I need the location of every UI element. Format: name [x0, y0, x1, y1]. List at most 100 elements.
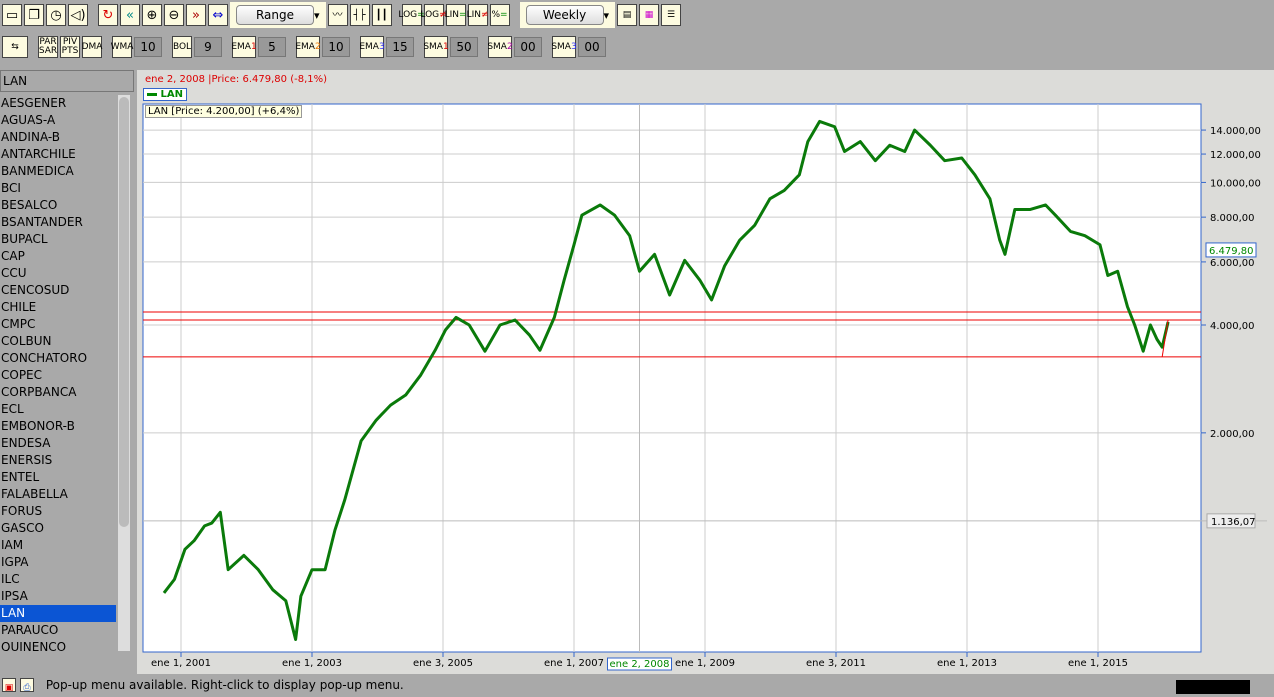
symbol-item[interactable]: CONCHATORO: [0, 350, 116, 367]
scale-top: LOG: [420, 9, 440, 20]
ema1-button[interactable]: EMA 1: [231, 36, 257, 58]
y-tick-label: 14.000,00: [1210, 126, 1261, 137]
scale-button-1[interactable]: LOG ≠: [420, 4, 447, 26]
symbol-item[interactable]: LAN: [0, 605, 116, 622]
chart-settings-icon[interactable]: ▤: [617, 4, 638, 26]
symbol-item[interactable]: FALABELLA: [0, 486, 116, 503]
ema3-period[interactable]: 15: [386, 37, 414, 57]
symbol-item[interactable]: QUINENCO: [0, 639, 116, 651]
fit-icon[interactable]: ⇔: [208, 4, 228, 26]
symbol-item[interactable]: CCU: [0, 265, 116, 282]
chart-panel: ene 2, 2008 |Price: 6.479,80 (-8,1%) LAN…: [137, 70, 1274, 674]
wma-button[interactable]: WMA: [111, 36, 133, 58]
symbol-item[interactable]: ENTEL: [0, 469, 116, 486]
sma3-period[interactable]: 00: [578, 37, 606, 57]
x-tick-label: ene 1, 2007: [544, 658, 604, 669]
crosshair-x-label: ene 2, 2008: [610, 659, 670, 670]
symbol-item[interactable]: ANTARCHILE: [0, 146, 116, 163]
new-window-icon[interactable]: ▭: [2, 4, 22, 26]
wma-period[interactable]: 10: [134, 37, 162, 57]
x-tick-label: ene 1, 2009: [675, 658, 735, 669]
symbol-item[interactable]: IAM: [0, 537, 116, 554]
ema3-button[interactable]: EMA 3: [359, 36, 385, 58]
zoom-out-icon[interactable]: ⊖: [164, 4, 184, 26]
symbol-item[interactable]: AGUAS-A: [0, 112, 116, 129]
symbol-item[interactable]: CENCOSUD: [0, 282, 116, 299]
symbol-item[interactable]: EMBONOR-B: [0, 418, 116, 435]
symbol-item[interactable]: ILC: [0, 571, 116, 588]
range-select[interactable]: Range ▾: [230, 2, 326, 28]
symbol-item[interactable]: CORPBANCA: [0, 384, 116, 401]
status-message: Pop-up menu available. Right-click to di…: [45, 678, 404, 692]
period-select[interactable]: Weekly ▾: [519, 2, 616, 28]
scale-button-3[interactable]: LIN ≠: [467, 4, 489, 26]
symbol-item[interactable]: BCI: [0, 180, 116, 197]
bol-button[interactable]: BOL: [172, 36, 192, 58]
sma3-button[interactable]: SMA 3: [551, 36, 577, 58]
symbol-item[interactable]: IPSA: [0, 588, 116, 605]
ema2-button[interactable]: EMA 2: [295, 36, 321, 58]
symbol-item[interactable]: FORUS: [0, 503, 116, 520]
symbol-item[interactable]: CHILE: [0, 299, 116, 316]
y-tick-label: 6.000,00: [1210, 258, 1255, 269]
zoom-in-icon[interactable]: ⊕: [142, 4, 162, 26]
symbol-list: AESGENER AGUAS-A ANDINA-B ANTARCHILE BANMEDI…: [0, 95, 116, 651]
scale-button-0[interactable]: LOG =: [398, 4, 425, 26]
symbol-item[interactable]: CMPC: [0, 316, 116, 333]
sma1-label: SMA: [423, 41, 443, 52]
symbol-item[interactable]: COLBUN: [0, 333, 116, 350]
ema2-period[interactable]: 10: [322, 37, 350, 57]
candlestick-icon[interactable]: ┃┃: [371, 4, 392, 26]
symbol-item[interactable]: BESALCO: [0, 197, 116, 214]
sma2-period[interactable]: 00: [514, 37, 542, 57]
scale-button-4[interactable]: % =: [489, 4, 510, 26]
colors-icon[interactable]: ▦: [639, 4, 660, 26]
symbol-item[interactable]: CAP: [0, 248, 116, 265]
sma3-index: 3: [570, 41, 577, 52]
last-price-info: LAN [Price: 4.200,00] (+6,4%): [145, 105, 303, 118]
par-sar-button[interactable]: PAR SAR: [38, 36, 58, 58]
scale-top: %: [491, 9, 501, 20]
print-icon[interactable]: ⎙: [20, 678, 34, 693]
symbol-item[interactable]: ENERSIS: [0, 452, 116, 469]
symbol-item[interactable]: ECL: [0, 401, 116, 418]
x-tick-label: ene 3, 2005: [413, 658, 473, 669]
symbol-item[interactable]: PARAUCO: [0, 622, 116, 639]
timer-icon[interactable]: ◷: [46, 4, 66, 26]
symbol-item[interactable]: ENDESA: [0, 435, 116, 452]
symbol-item[interactable]: ANDINA-B: [0, 129, 116, 146]
dma-button[interactable]: DMA: [82, 36, 102, 58]
ema3-label: EMA: [359, 41, 379, 52]
rewind-icon[interactable]: «: [120, 4, 140, 26]
refresh-icon[interactable]: ↻: [98, 4, 118, 26]
bar-chart-icon[interactable]: ┤├: [349, 4, 370, 26]
symbol-item[interactable]: AESGENER: [0, 95, 116, 112]
symbol-item[interactable]: BSANTANDER: [0, 214, 116, 231]
add-indicator-icon[interactable]: ⇆: [2, 36, 28, 58]
ema1-period[interactable]: 5: [258, 37, 286, 57]
fast-forward-icon[interactable]: »: [186, 4, 206, 26]
scale-top: LOG: [398, 9, 418, 20]
sma1-button[interactable]: SMA 1: [423, 36, 449, 58]
sound-icon[interactable]: ◁): [68, 4, 88, 26]
line-chart-icon[interactable]: 〰: [327, 4, 348, 26]
ema3-index: 3: [378, 41, 385, 52]
sma1-period[interactable]: 50: [450, 37, 478, 57]
sma2-button[interactable]: SMA 2: [487, 36, 513, 58]
symbol-item[interactable]: BANMEDICA: [0, 163, 116, 180]
fullscreen-icon[interactable]: ▣: [2, 678, 16, 693]
ema1-label: EMA: [231, 41, 251, 52]
price-chart[interactable]: ene 1, 2001 ene 1, 2003 ene 3, 2005 ene 1, …: [137, 70, 1274, 674]
symbol-item[interactable]: COPEC: [0, 367, 116, 384]
symbol-item[interactable]: IGPA: [0, 554, 116, 571]
report-icon[interactable]: ☰: [661, 4, 682, 26]
scale-button-2[interactable]: LIN =: [445, 4, 467, 26]
copy-window-icon[interactable]: ❐: [24, 4, 44, 26]
symbol-item[interactable]: GASCO: [0, 520, 116, 537]
symbol-item[interactable]: BUPACL: [0, 231, 116, 248]
piv-pts-button[interactable]: PIV PTS: [60, 36, 80, 58]
x-tick-label: ene 1, 2015: [1068, 658, 1128, 669]
sidebar-scrollbar[interactable]: [118, 95, 130, 651]
status-bar: ▣ ⎙ Pop-up menu available. Right-click to…: [0, 676, 1274, 694]
bol-period[interactable]: 9: [194, 37, 222, 57]
